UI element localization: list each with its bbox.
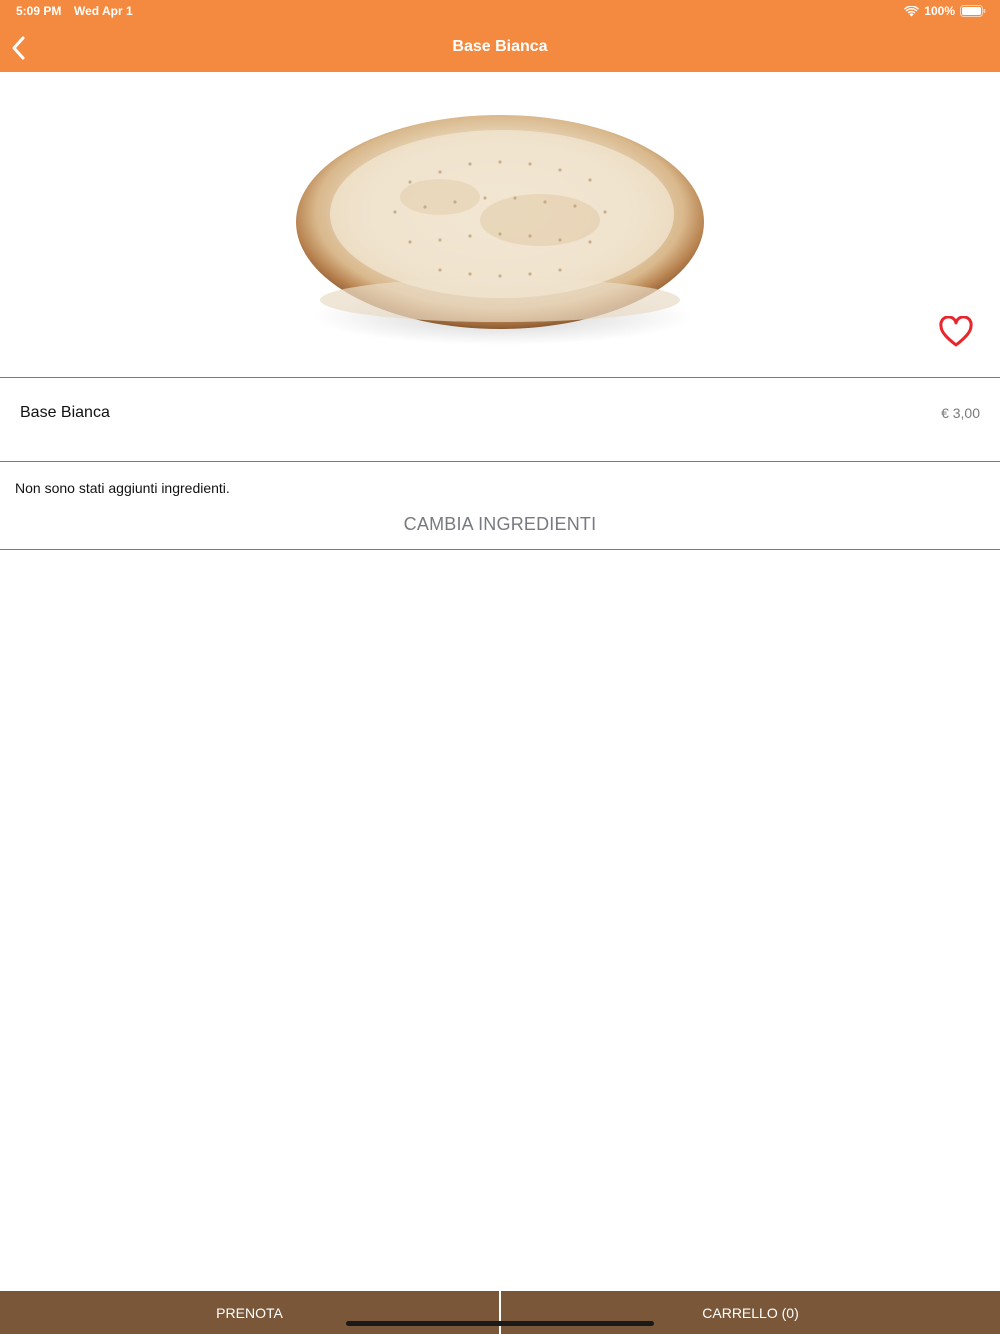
status-date: Wed Apr 1 [74, 4, 133, 18]
product-name: Base Bianca [20, 404, 110, 421]
status-time: 5:09 PM [16, 4, 62, 18]
favorite-button[interactable] [938, 315, 974, 348]
battery-icon [960, 5, 986, 17]
status-indicators: 100% [904, 4, 986, 18]
pizza-base-image [296, 115, 704, 345]
divider [0, 549, 1000, 550]
cart-button[interactable]: CARRELLO (0) [501, 1291, 1000, 1334]
page-title: Base Bianca [452, 38, 548, 55]
bottom-action-bar: PRENOTA CARRELLO (0) [0, 1291, 1000, 1334]
product-detail-screen: 5:09 PM Wed Apr 1 100% Base Bianca Base … [0, 0, 1000, 1334]
product-price: € 3,00 [941, 405, 980, 421]
heart-outline-icon [939, 315, 973, 347]
reserve-button[interactable]: PRENOTA [0, 1291, 499, 1334]
battery-percent: 100% [924, 4, 955, 18]
wifi-icon [904, 5, 920, 17]
top-bar: 5:09 PM Wed Apr 1 100% Base Bianca [0, 0, 1000, 72]
ingredients-message: Non sono stati aggiunti ingredienti. [15, 480, 230, 496]
home-indicator[interactable] [346, 1321, 654, 1326]
divider [0, 377, 1000, 378]
divider [0, 461, 1000, 462]
product-image-area [0, 72, 1000, 377]
change-ingredients-button[interactable]: CAMBIA INGREDIENTI [0, 514, 1000, 535]
